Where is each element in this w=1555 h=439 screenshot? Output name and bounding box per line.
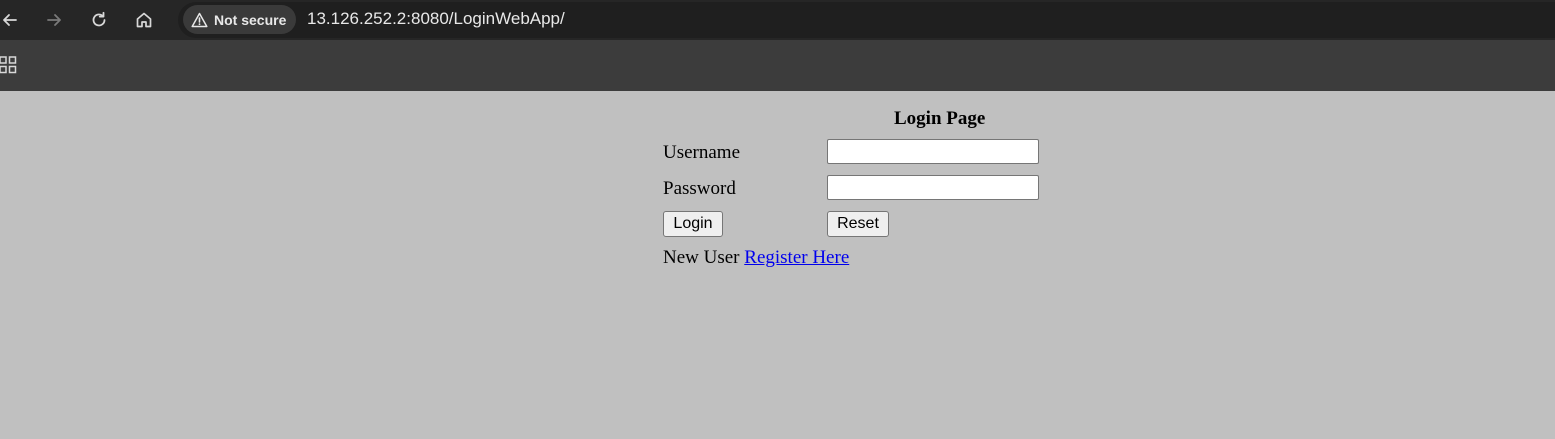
warning-triangle-icon (191, 12, 208, 27)
forward-arrow-icon (47, 14, 61, 26)
new-user-text: New User (663, 247, 740, 268)
browser-toolbar: Not secure 13.126.252.2:8080/LoginWebApp… (0, 0, 1555, 40)
url-text[interactable]: 13.126.252.2:8080/LoginWebApp/ (307, 9, 565, 29)
reset-button[interactable]: Reset (827, 211, 889, 237)
home-icon (136, 12, 152, 28)
reload-icon (92, 11, 106, 27)
forward-button[interactable] (40, 6, 68, 34)
security-indicator[interactable]: Not secure (183, 5, 297, 34)
login-button[interactable]: Login (663, 211, 723, 237)
register-link[interactable]: Register Here (744, 247, 849, 268)
back-button[interactable] (0, 6, 24, 34)
apps-grid-icon[interactable] (0, 56, 17, 74)
page-content: Login Page Username Password Login Reset… (0, 91, 1555, 439)
back-arrow-icon (3, 14, 17, 26)
page-title: Login Page (894, 108, 986, 129)
new-user-line: New User Register Here (663, 247, 849, 269)
bookmarks-bar (0, 40, 1555, 91)
password-label: Password (663, 178, 736, 199)
username-label: Username (663, 142, 741, 163)
username-input[interactable] (827, 139, 1039, 164)
security-label: Not secure (214, 11, 287, 28)
home-button[interactable] (130, 6, 158, 34)
password-input[interactable] (827, 175, 1039, 200)
reload-button[interactable] (85, 6, 113, 34)
